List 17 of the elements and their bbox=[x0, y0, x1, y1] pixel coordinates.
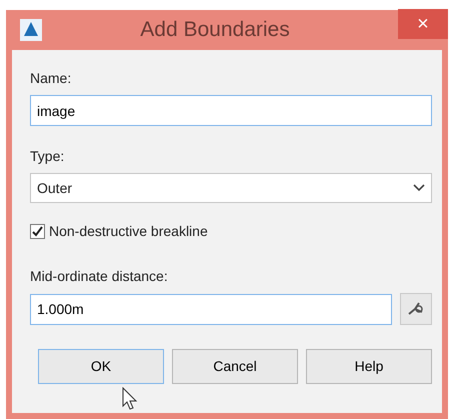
checkbox[interactable] bbox=[30, 224, 45, 239]
field-label: Mid-ordinate distance: bbox=[30, 267, 168, 286]
type-dropdown[interactable]: Outer bbox=[30, 173, 432, 203]
pick-button[interactable] bbox=[400, 293, 432, 325]
dialog-button[interactable]: OK bbox=[38, 349, 164, 384]
window-title: Add Boundaries bbox=[139, 17, 291, 44]
checkbox-label: Non-destructive breakline bbox=[49, 222, 208, 241]
close-button[interactable]: × bbox=[398, 9, 448, 39]
app-logo-icon bbox=[20, 19, 42, 41]
field-label: Type: bbox=[30, 147, 64, 166]
field-label: Name: bbox=[30, 69, 72, 88]
distance-field[interactable]: 1.000m bbox=[30, 294, 392, 324]
chevron-down-icon bbox=[413, 184, 425, 192]
dialog-button[interactable]: Cancel bbox=[172, 349, 298, 384]
cursor-icon bbox=[122, 387, 138, 411]
dialog-button[interactable]: Help bbox=[306, 349, 432, 384]
name-field[interactable]: image bbox=[30, 95, 432, 126]
